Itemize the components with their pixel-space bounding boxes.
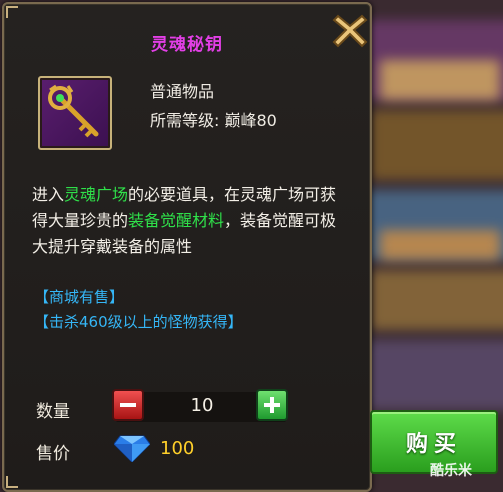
- increase-quantity-button[interactable]: [256, 389, 288, 421]
- panel-corner-ornament: [6, 476, 18, 488]
- quantity-label: 数量: [36, 402, 70, 422]
- dialog-title: 灵魂秘钥: [151, 35, 223, 55]
- source-monster-drop: 【击杀460级以上的怪物获得】: [34, 313, 243, 331]
- item-icon-slot[interactable]: [38, 76, 112, 150]
- item-level-requirement: 所需等级: 巅峰80: [150, 111, 277, 130]
- quantity-value: 10: [190, 395, 214, 416]
- description-highlight: 装备觉醒材料: [128, 211, 225, 230]
- price-label: 售价: [36, 444, 70, 464]
- item-info-dialog: 灵魂秘钥 普通物品 所需等级: 巅峰80 进入灵魂广场的必要道具，在灵魂广场可获…: [2, 2, 372, 492]
- item-type: 普通物品: [150, 82, 215, 101]
- item-description: 进入灵魂广场的必要道具，在灵魂广场可获得大量珍贵的装备觉醒材料，装备觉醒可极大提…: [32, 182, 350, 260]
- close-button[interactable]: [330, 10, 370, 50]
- price-value: 100: [160, 438, 195, 459]
- diamond-icon: [114, 435, 150, 462]
- close-icon: [332, 14, 368, 48]
- description-highlight: 灵魂广场: [64, 185, 129, 204]
- golden-key-icon: [48, 84, 99, 138]
- decrease-quantity-button[interactable]: [112, 389, 144, 421]
- panel-corner-ornament: [6, 6, 18, 18]
- source-shop: 【商城有售】: [34, 288, 125, 306]
- watermark-logo: 酷乐米: [430, 463, 472, 479]
- description-text: 进入: [32, 185, 65, 204]
